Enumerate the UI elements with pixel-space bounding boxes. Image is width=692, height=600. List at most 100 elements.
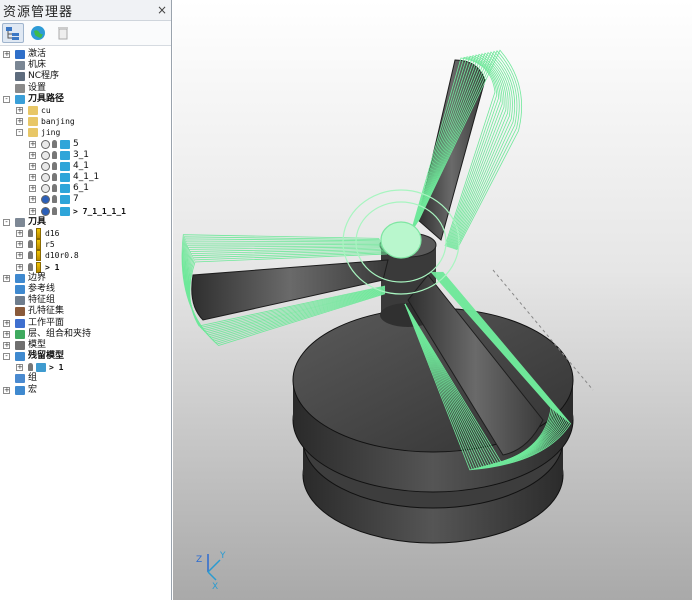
bulb-icon[interactable] xyxy=(28,229,33,237)
tree-item-label: 机床 xyxy=(28,60,47,71)
tool-icon xyxy=(36,261,41,273)
tree-item[interactable]: + r5 xyxy=(0,239,171,251)
tree-item[interactable]: +4_1 xyxy=(0,161,171,172)
bulb-icon[interactable] xyxy=(52,206,57,215)
graphics-viewport[interactable]: Z Y X xyxy=(173,0,692,600)
expand-toggle[interactable]: + xyxy=(16,252,23,260)
model-canvas[interactable]: Z Y X xyxy=(173,0,692,600)
expand-toggle[interactable]: + xyxy=(16,230,23,237)
collapse-toggle[interactable]: - xyxy=(16,129,23,137)
bulb-icon[interactable] xyxy=(52,139,57,148)
tree-item[interactable]: - 刀具路径 xyxy=(0,94,171,105)
expand-toggle[interactable]: + xyxy=(29,140,36,148)
toolpath-item-icon xyxy=(60,139,70,149)
tree-item[interactable]: + 宏 xyxy=(0,385,171,396)
expand-toggle[interactable]: + xyxy=(16,241,23,249)
tree-item[interactable]: + > 7_1_1_1_1 xyxy=(0,206,171,217)
tree-item-label: 6_1 xyxy=(73,183,89,194)
tree-item[interactable]: + 层、组合和夹持 xyxy=(0,329,171,340)
expand-toggle[interactable]: + xyxy=(29,162,36,170)
tree-item[interactable]: + 模型 xyxy=(0,340,171,351)
expand-toggle[interactable]: + xyxy=(3,386,10,394)
tree-item[interactable]: 参考线 xyxy=(0,284,171,295)
tree-item[interactable]: 组 xyxy=(0,373,171,384)
axis-triad[interactable]: Z Y X xyxy=(196,551,226,592)
feature-group-icon xyxy=(15,296,25,306)
expand-toggle[interactable]: + xyxy=(3,341,10,349)
tree-item-label: 5 xyxy=(73,138,79,149)
tree-item[interactable]: +4_1_1 xyxy=(0,172,171,183)
expand-toggle[interactable]: + xyxy=(16,263,23,271)
tree-item[interactable]: + > 1 xyxy=(0,261,171,273)
toolpath-item-icon xyxy=(60,184,70,194)
folder-icon xyxy=(28,117,38,127)
expand-toggle[interactable]: + xyxy=(3,274,10,282)
setup-icon xyxy=(15,83,25,93)
bulb-icon[interactable] xyxy=(28,251,33,260)
tree-view-icon[interactable] xyxy=(2,23,24,43)
expand-toggle[interactable]: + xyxy=(3,319,10,327)
tool-group-icon xyxy=(15,217,25,227)
expand-toggle[interactable]: + xyxy=(3,51,10,58)
globe-icon[interactable] xyxy=(27,23,49,43)
tree-item[interactable]: + 激活 xyxy=(0,49,171,60)
bulb-icon[interactable] xyxy=(52,173,57,182)
bulb-icon[interactable] xyxy=(52,184,57,193)
tree-item[interactable]: 机床 xyxy=(0,60,171,71)
toolpath-item-icon xyxy=(60,195,70,205)
tree-item[interactable]: + > 1 xyxy=(0,362,171,373)
expand-toggle[interactable]: + xyxy=(29,207,36,215)
tree-item[interactable]: + cu xyxy=(0,105,171,116)
bulb-icon[interactable] xyxy=(52,195,57,204)
tree-item-label: NC程序 xyxy=(28,71,60,82)
expand-toggle[interactable]: + xyxy=(16,364,23,372)
tree-item[interactable]: - jing xyxy=(0,127,171,138)
tree-item[interactable]: + d10r0.8 xyxy=(0,250,171,262)
tool-icon xyxy=(36,250,41,262)
bulb-icon[interactable] xyxy=(28,363,33,372)
tree-item[interactable]: +7 xyxy=(0,194,171,205)
tree-item[interactable]: - 刀具 xyxy=(0,217,171,228)
tree-item[interactable]: +3_1 xyxy=(0,150,171,161)
tree-item[interactable]: + 工作平面 xyxy=(0,318,171,329)
boundary-icon xyxy=(15,273,25,283)
collapse-toggle[interactable]: - xyxy=(3,218,10,226)
tree-item[interactable]: 特征组 xyxy=(0,295,171,306)
tree-item-label: 工作平面 xyxy=(28,317,65,328)
tree-item-label: 4_1_1 xyxy=(73,172,100,183)
trash-icon[interactable] xyxy=(52,23,74,43)
expand-toggle[interactable]: + xyxy=(29,151,36,159)
expand-toggle[interactable]: + xyxy=(16,106,23,114)
bulb-icon[interactable] xyxy=(28,262,33,271)
tree-item[interactable]: +6_1 xyxy=(0,183,171,194)
tree-item[interactable]: + 边界 xyxy=(0,273,171,284)
bulb-icon[interactable] xyxy=(52,150,57,159)
toolpath-item-icon xyxy=(60,206,70,216)
expand-toggle[interactable]: + xyxy=(16,118,23,126)
tree-item[interactable]: + banjing xyxy=(0,116,171,127)
tree-item-label: > 1 xyxy=(49,363,64,373)
tree-item[interactable]: NC程序 xyxy=(0,71,171,82)
tree-item[interactable]: - 残留模型 xyxy=(0,351,171,362)
tree-item-label: 4_1 xyxy=(73,160,89,171)
nc-program-icon xyxy=(15,72,25,82)
close-icon[interactable]: × xyxy=(157,3,167,17)
collapse-toggle[interactable]: - xyxy=(3,95,10,103)
collapse-toggle[interactable]: - xyxy=(3,353,10,361)
expand-toggle[interactable]: + xyxy=(29,174,36,182)
expand-toggle[interactable]: + xyxy=(3,330,10,338)
tree-item-label: 刀具 xyxy=(28,216,47,227)
bulb-icon[interactable] xyxy=(28,240,33,249)
explorer-header: 资源管理器 × xyxy=(0,0,171,21)
expand-toggle[interactable]: + xyxy=(29,185,36,193)
tree-item[interactable]: 设置 xyxy=(0,83,171,94)
folder-icon xyxy=(28,105,38,115)
bulb-icon[interactable] xyxy=(52,161,57,170)
tree-item-label: 设置 xyxy=(28,82,47,93)
tree-item-label: 孔特征集 xyxy=(28,306,65,317)
tree-item[interactable]: + d16 xyxy=(0,228,171,239)
tree-item-label: d16 xyxy=(45,229,60,238)
tree-item[interactable]: +5 xyxy=(0,139,171,150)
tree-item[interactable]: 孔特征集 xyxy=(0,306,171,317)
expand-toggle[interactable]: + xyxy=(29,196,36,204)
